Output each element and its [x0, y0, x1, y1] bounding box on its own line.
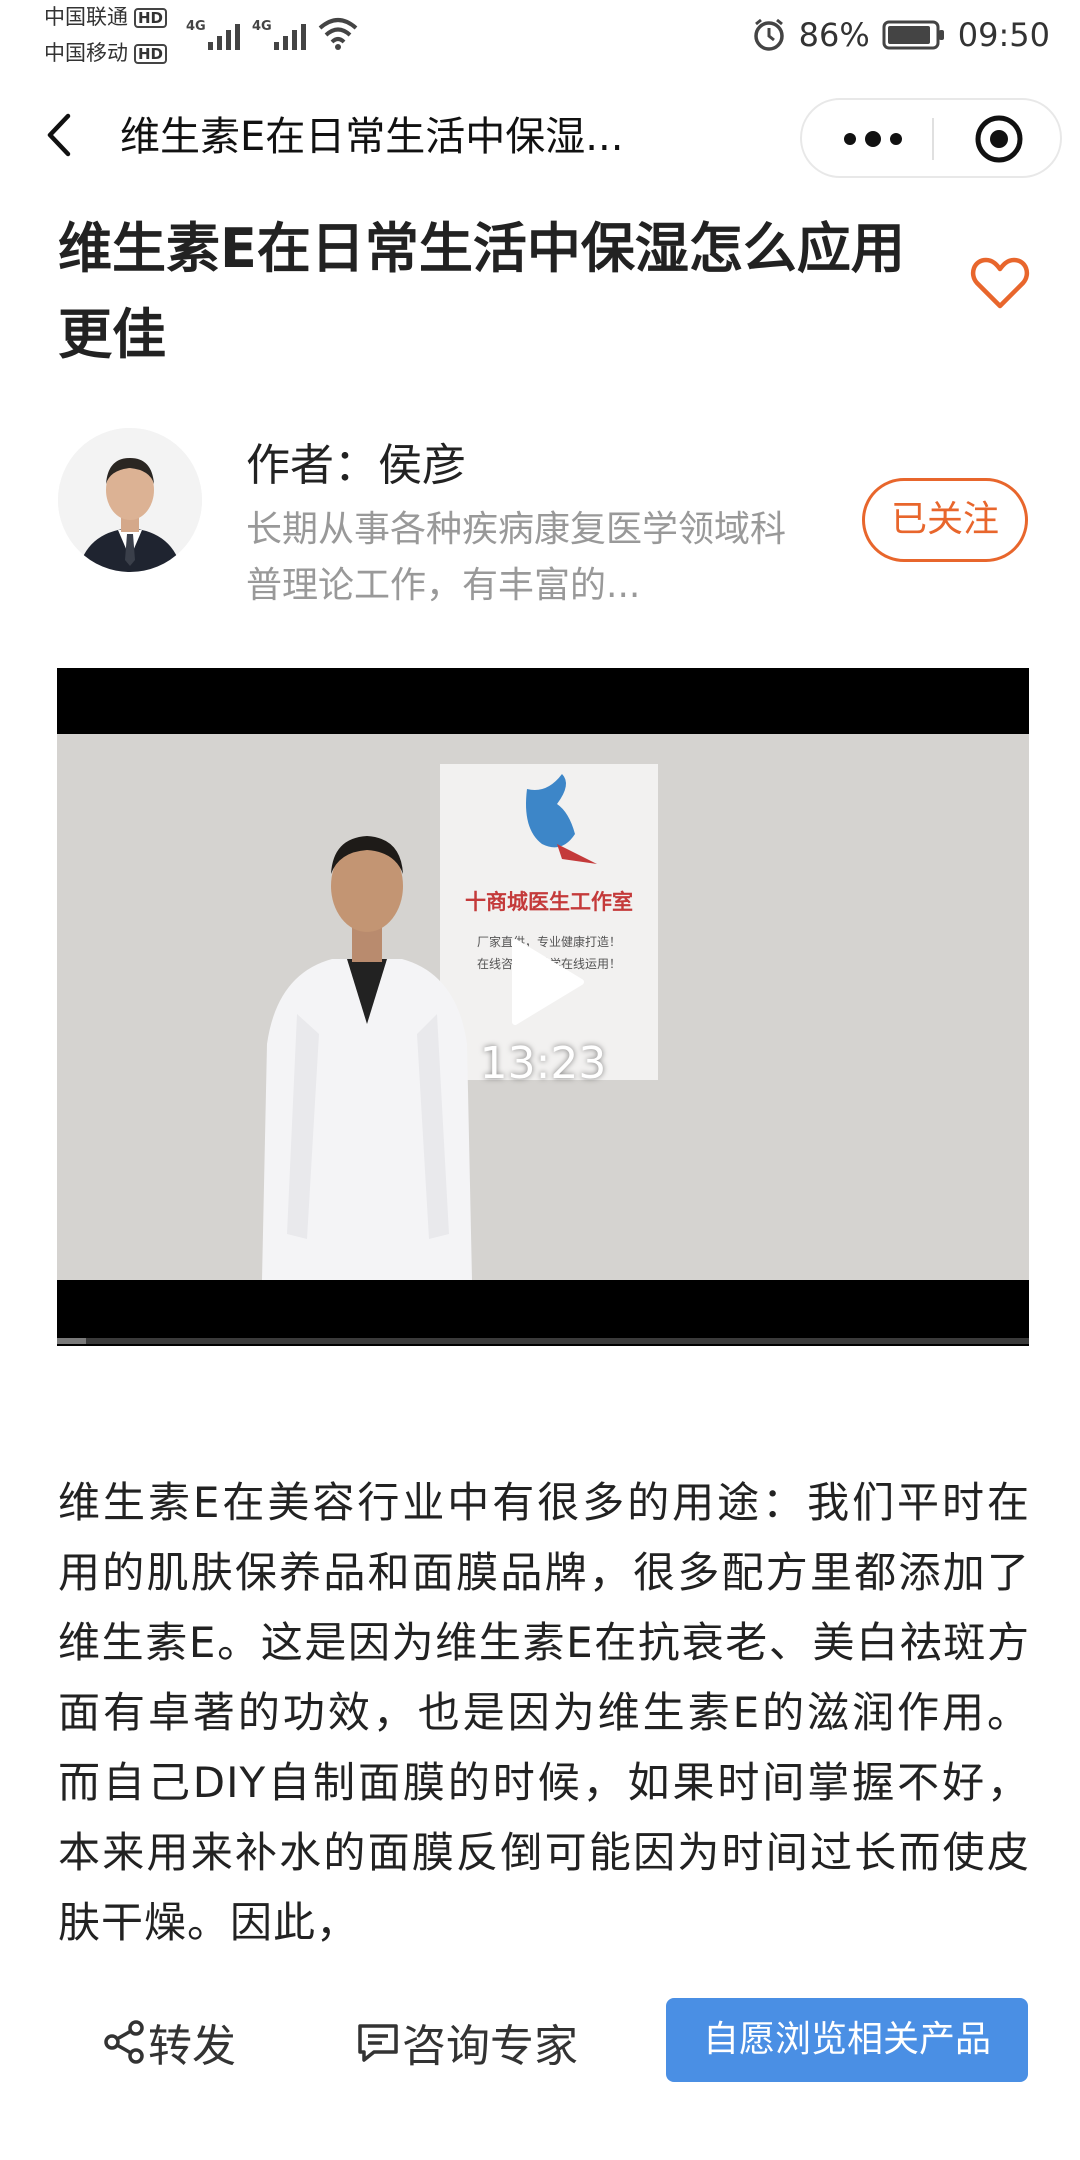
carrier-2-label: 中国移动	[44, 41, 128, 65]
capsule-divider	[932, 118, 934, 160]
author-name[interactable]: 作者：侯彦	[246, 436, 466, 496]
carrier-1-label: 中国联通	[44, 5, 128, 29]
hd-badge-2: HD	[134, 44, 168, 64]
consult-expert-button[interactable]: 咨询专家	[354, 2010, 578, 2074]
wifi-icon	[318, 18, 358, 50]
article-title: 维生素E在日常生活中保湿怎么应用更佳	[58, 217, 905, 366]
video-duration: 13:23	[479, 1038, 607, 1089]
chat-icon	[358, 2024, 398, 2062]
video-progress-fill	[57, 1338, 87, 1344]
battery-icon	[882, 20, 944, 50]
carrier-2: 中国移动 HD	[44, 40, 168, 66]
signal-icon-2: 4G	[252, 19, 306, 50]
video-player[interactable]: 十商城医生工作室 厂家直供，专业健康打造！ 在线咨询，科学在线运用！ 13:23	[57, 668, 1029, 1346]
consult-label: 咨询专家	[402, 2021, 578, 2072]
poster-title: 十商城医生工作室	[465, 890, 633, 914]
network-label: 4G	[186, 19, 206, 34]
carrier-1: 中国联通 HD	[44, 4, 168, 30]
alarm-icon	[753, 18, 784, 51]
signal-icon: 4G	[186, 19, 240, 50]
share-icon	[104, 2020, 144, 2064]
clock-time: 09:50	[957, 16, 1050, 54]
mini-program-capsule	[800, 98, 1062, 178]
back-arrow-icon[interactable]	[40, 110, 80, 160]
author-description: 长期从事各种疾病康复医学领域科普理论工作，有丰富的...	[246, 509, 787, 606]
battery-percent: 86%	[798, 16, 870, 54]
more-dots-icon[interactable]	[838, 126, 908, 152]
follow-button[interactable]: 已关注	[862, 478, 1028, 562]
status-right: 86% 09:50	[751, 16, 1050, 54]
network-label-2: 4G	[252, 19, 272, 34]
share-button[interactable]: 转发	[100, 2010, 236, 2074]
avatar-portrait	[58, 428, 202, 572]
browse-products-button[interactable]: 自愿浏览相关产品	[666, 1998, 1028, 2082]
play-icon[interactable]	[507, 936, 587, 1028]
author-avatar[interactable]	[58, 428, 202, 572]
share-label: 转发	[148, 2021, 236, 2072]
status-bar: 中国联通 HD 中国移动 HD 4G 4G 86% 09:50	[0, 0, 1080, 78]
article-body: 维生素E在美容行业中有很多的用途：我们平时在用的肌肤保养品和面膜品牌，很多配方里…	[58, 1478, 1030, 1947]
nav-title: 维生素E在日常生活中保湿...	[120, 114, 624, 160]
close-target-icon[interactable]	[972, 112, 1026, 166]
video-progress-bar[interactable]	[57, 1338, 1029, 1344]
hd-badge-1: HD	[134, 8, 168, 28]
heart-icon[interactable]	[970, 256, 1030, 312]
